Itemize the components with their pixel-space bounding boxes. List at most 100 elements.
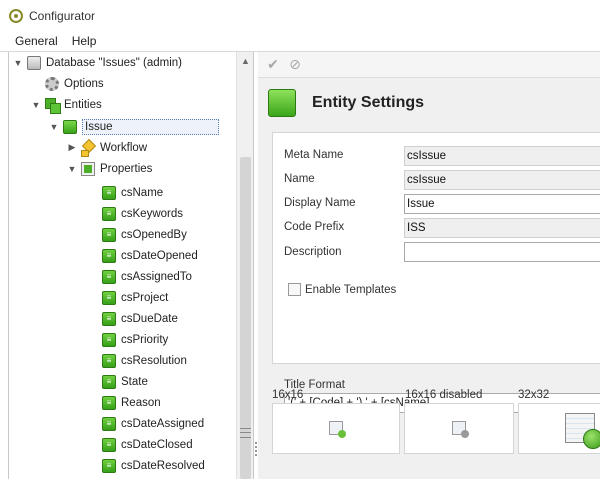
icon-32-slot[interactable] <box>518 403 600 454</box>
field-icon: ≡ <box>102 311 116 326</box>
tree-item-field[interactable]: ≡ csAssignedTo <box>102 266 192 287</box>
tree-item-entities[interactable]: ▼ Entities <box>30 94 102 115</box>
gear-icon <box>45 76 59 91</box>
title-bar: Configurator <box>0 0 600 31</box>
field-icon: ≡ <box>102 353 116 368</box>
expand-arrow-icon[interactable]: ▶ <box>66 142 78 154</box>
entities-icon <box>45 97 61 114</box>
entity-icon <box>63 119 77 134</box>
menu-general[interactable]: General <box>8 31 65 51</box>
workflow-icon <box>81 141 95 157</box>
enable-templates-checkbox[interactable] <box>288 283 301 296</box>
field-icon: ≡ <box>102 290 116 305</box>
toolbar: ✔ ⊘ <box>258 52 600 78</box>
field-icon: ≡ <box>102 374 116 389</box>
enable-templates-label: Enable Templates <box>305 283 397 296</box>
tree-item-label: Properties <box>100 162 153 175</box>
field-icon: ≡ <box>102 332 116 347</box>
save-button[interactable]: ✔ <box>264 56 282 74</box>
settings-header: Entity Settings <box>268 88 424 118</box>
tree-item-field[interactable]: ≡ csProject <box>102 287 168 308</box>
field-icon: ≡ <box>102 206 116 221</box>
tree-item-field[interactable]: ≡ csDateOpened <box>102 245 198 266</box>
tree-item-field[interactable]: ≡ csDateAssigned <box>102 413 204 434</box>
field-icon: ≡ <box>102 227 116 242</box>
collapse-arrow-icon[interactable]: ▼ <box>66 163 78 175</box>
field-icon: ≡ <box>102 395 116 410</box>
tree-item-label: csDateAssigned <box>121 417 205 430</box>
page-title: Entity Settings <box>312 94 425 111</box>
field-icon: ≡ <box>102 437 116 452</box>
tree-item-database[interactable]: ▼ Database "Issues" (admin) <box>12 52 182 73</box>
cancel-button[interactable]: ⊘ <box>286 56 304 74</box>
field-icon: ≡ <box>102 248 116 263</box>
tree-item-label: csDueDate <box>121 312 178 325</box>
tree-item-label: Reason <box>121 396 161 409</box>
enable-templates-row[interactable]: Enable Templates <box>288 283 396 296</box>
menu-help[interactable]: Help <box>65 31 104 51</box>
tree-item-label: Issue <box>82 118 219 135</box>
tree-item-field[interactable]: ≡ csDateResolved <box>102 455 205 476</box>
tree-item-field[interactable]: ≡ State <box>102 371 148 392</box>
icon-16-disabled-label: 16x16 disabled <box>405 389 483 401</box>
properties-icon <box>81 161 95 176</box>
tree-scrollbar[interactable]: ▲ <box>236 52 253 479</box>
description-label: Description <box>284 246 342 258</box>
description-field[interactable] <box>404 242 600 262</box>
icon-16-label: 16x16 <box>272 389 304 401</box>
field-icon: ≡ <box>102 185 116 200</box>
field-icon: ≡ <box>102 458 116 473</box>
display-name-field[interactable]: Issue <box>404 194 600 214</box>
code-prefix-label: Code Prefix <box>284 221 345 233</box>
tree-item-field[interactable]: ≡ csOpenedBy <box>102 224 187 245</box>
tree-item-label: csOpenedBy <box>121 228 187 241</box>
collapse-arrow-icon[interactable]: ▼ <box>48 121 60 133</box>
entity-form: Meta Name csIssue Name csIssue Display N… <box>272 132 600 413</box>
tree-item-label: csKeywords <box>121 207 183 220</box>
tree-item-field[interactable]: ≡ Reason <box>102 392 161 413</box>
entity-large-icon <box>565 413 600 449</box>
name-label: Name <box>284 173 315 185</box>
tree-item-properties[interactable]: ▼ Properties <box>66 158 152 179</box>
tree-item-field[interactable]: ≡ csDueDate <box>102 308 178 329</box>
window-title: Configurator <box>29 8 96 23</box>
icon-16-slot[interactable] <box>272 403 400 454</box>
collapse-arrow-icon[interactable]: ▼ <box>12 57 24 69</box>
collapse-arrow-icon[interactable]: ▼ <box>30 99 42 111</box>
tree-item-field[interactable]: ≡ csName <box>102 182 163 203</box>
code-prefix-field: ISS <box>404 218 600 238</box>
tree-item-field[interactable]: ≡ csResolution <box>102 350 187 371</box>
entity-tree: ▼ Database "Issues" (admin) Options ▼ En… <box>9 52 237 479</box>
tree-item-label: csAssignedTo <box>121 270 192 283</box>
name-field: csIssue <box>404 170 600 190</box>
display-name-label: Display Name <box>284 197 356 209</box>
app-logo-icon <box>9 8 23 23</box>
tree-item-issue[interactable]: ▼ Issue <box>48 116 219 137</box>
tree-item-label: Workflow <box>100 141 148 154</box>
scroll-up-icon[interactable]: ▲ <box>237 52 253 69</box>
icon-32-label: 32x32 <box>518 389 550 401</box>
entity-icon <box>268 89 296 117</box>
entity-small-icon <box>329 421 346 438</box>
splitter-grip-icon <box>255 442 257 456</box>
field-icon: ≡ <box>102 416 116 431</box>
grip-icon <box>240 428 251 438</box>
tree-panel: ▼ Database "Issues" (admin) Options ▼ En… <box>8 52 254 479</box>
tree-item-label: Entities <box>64 98 102 111</box>
tree-item-field[interactable]: ≡ csPriority <box>102 329 168 350</box>
menu-bar: General Help <box>0 31 600 52</box>
field-icon: ≡ <box>102 269 116 284</box>
tree-item-options[interactable]: Options <box>30 73 104 94</box>
tree-item-workflow[interactable]: ▶ Workflow <box>66 137 147 158</box>
tree-item-label: csResolution <box>121 354 187 367</box>
icon-16-disabled-slot[interactable] <box>404 403 514 454</box>
database-icon <box>27 55 41 70</box>
tree-item-field[interactable]: ≡ csDateClosed <box>102 434 193 455</box>
meta-name-label: Meta Name <box>284 149 344 161</box>
tree-item-label: csDateResolved <box>121 459 205 472</box>
settings-panel: ✔ ⊘ Entity Settings Meta Name csIssue Na… <box>258 52 600 479</box>
tree-item-label: csDateClosed <box>121 438 193 451</box>
tree-item-label: State <box>121 375 148 388</box>
tree-item-field[interactable]: ≡ csKeywords <box>102 203 183 224</box>
tree-item-label: csDateOpened <box>121 249 198 262</box>
